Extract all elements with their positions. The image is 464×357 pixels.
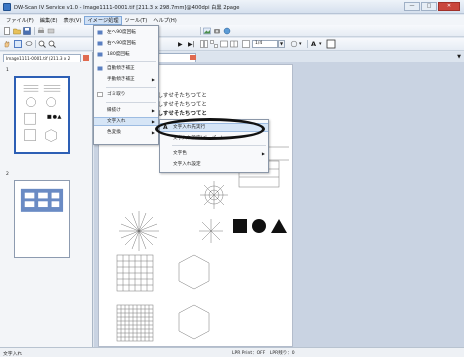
rectangle-tool-icon[interactable]: [326, 39, 336, 49]
last-page-icon[interactable]: ▶|: [188, 41, 195, 48]
maximize-button[interactable]: □: [421, 2, 437, 11]
menu-file[interactable]: ファイル(F): [3, 16, 37, 25]
close-button[interactable]: ✕: [438, 2, 460, 11]
page-number: 1: [6, 68, 9, 73]
image-icon[interactable]: [203, 27, 211, 35]
dropdown-arrow-icon[interactable]: ▾: [299, 41, 302, 47]
menu-despeckle[interactable]: ゴミ取り: [94, 90, 158, 99]
image-processing-menu: 左へ90度回転 右へ90度回転 180度回転 自動傾き補正 手動傾き補正 ▶ ゴミ…: [93, 25, 159, 145]
hand-tool-icon[interactable]: [3, 40, 11, 48]
menu-edge-removal[interactable]: 縁抜け ▶: [94, 106, 158, 115]
highlight-annotation-ellipse: [155, 118, 265, 140]
tab-scroll-icon[interactable]: ▼: [457, 54, 461, 60]
zoom-select[interactable]: 1/4: [252, 40, 278, 48]
black-circle-shape: [252, 219, 266, 233]
menu-text-insert[interactable]: 文字入れ ▶: [94, 117, 158, 126]
rotate-right-icon: [97, 41, 103, 46]
thumbnail-content: [20, 188, 64, 212]
deskew-auto-icon: [97, 66, 103, 71]
camera-icon[interactable]: [213, 27, 221, 35]
layout-icon-2[interactable]: [210, 40, 218, 48]
close-tab-icon[interactable]: [83, 55, 89, 61]
layout-icon-3[interactable]: [220, 40, 228, 48]
menu-color-convert[interactable]: 色変換 ▶: [94, 128, 158, 137]
thumbnail-content: [23, 85, 62, 142]
submenu-arrow-icon: ▶: [151, 119, 155, 124]
submenu-arrow-icon: ▶: [151, 77, 155, 82]
text-tool-button[interactable]: A: [311, 40, 316, 48]
menu-help[interactable]: ヘルプ(H): [150, 16, 180, 25]
new-file-icon[interactable]: [3, 27, 11, 35]
view-toolbar: ▶ ▶| 1/4 ▼ ▾ A ▾: [0, 38, 464, 51]
submenu-arrow-icon: ▶: [261, 151, 265, 156]
layout-icon-4[interactable]: [230, 40, 238, 48]
menu-manual-deskew[interactable]: 手動傾き補正 ▶: [94, 75, 158, 84]
status-message: 文字入れ: [3, 352, 23, 357]
minimize-button[interactable]: —: [404, 2, 420, 11]
rotate-view-icon[interactable]: [290, 40, 298, 48]
menu-tools[interactable]: ツール(T): [122, 16, 151, 25]
menu-view[interactable]: 表示(V): [61, 16, 85, 25]
menu-edit[interactable]: 編集(E): [37, 16, 61, 25]
menu-auto-deskew[interactable]: 自動傾き補正: [94, 64, 158, 73]
status-bar: 文字入れ LPR Print：OFF LPR残り：0: [0, 347, 464, 357]
thumbnail-tab[interactable]: Image1111-0001.tif (211.3 x 2: [3, 54, 81, 62]
menu-image-processing[interactable]: イメージ処理: [84, 15, 122, 25]
menu-rotate-right[interactable]: 右へ90度回転: [94, 39, 158, 48]
lasso-icon[interactable]: [25, 40, 33, 48]
menu-rotate-180[interactable]: 180度回転: [94, 50, 158, 59]
page-thumbnail-1[interactable]: [14, 76, 70, 154]
app-icon: [3, 3, 11, 11]
page-number: 2: [6, 172, 9, 177]
save-icon[interactable]: [23, 27, 31, 35]
open-folder-icon[interactable]: [13, 27, 21, 35]
menu-text-color[interactable]: 文字色 ▶: [160, 149, 268, 158]
menu-text-settings[interactable]: 文字入れ設定: [160, 160, 268, 169]
rotate-left-icon: [97, 30, 103, 35]
page-thumbnail-2[interactable]: [14, 180, 70, 258]
zoom-out-icon[interactable]: [48, 40, 56, 48]
chevron-down-icon[interactable]: ▼: [278, 40, 285, 48]
despeckle-icon: [97, 92, 103, 97]
select-tool-icon[interactable]: [14, 40, 22, 48]
black-triangle-shape: [271, 219, 287, 233]
print-icon[interactable]: [37, 27, 45, 35]
window-title: DW-Scan IV Service v1.0 - Image1111-0001…: [14, 5, 240, 11]
scan-icon[interactable]: [47, 27, 55, 35]
close-document-icon[interactable]: [190, 55, 196, 60]
zoom-in-icon[interactable]: [38, 40, 46, 48]
rotate-180-icon: [97, 52, 103, 57]
title-bar: DW-Scan IV Service v1.0 - Image1111-0001…: [0, 0, 464, 14]
globe-icon[interactable]: [223, 27, 231, 35]
menu-bar: ファイル(F) 編集(E) 表示(V) イメージ処理 ツール(T) ヘルプ(H): [0, 15, 464, 25]
menu-rotate-left[interactable]: 左へ90度回転: [94, 28, 158, 37]
black-square-shape: [233, 219, 247, 233]
thumbnail-panel: Image1111-0001.tif (211.3 x 2 1 2: [0, 52, 93, 347]
submenu-arrow-icon: ▶: [151, 108, 155, 113]
fit-page-icon[interactable]: [242, 40, 250, 48]
lpr-status: LPR Print：OFF LPR残り：0: [232, 351, 295, 356]
text-dropdown-icon[interactable]: ▾: [319, 41, 322, 47]
layout-icon-1[interactable]: [200, 40, 208, 48]
standard-toolbar: [0, 25, 464, 37]
play-icon[interactable]: ▶: [178, 41, 183, 48]
